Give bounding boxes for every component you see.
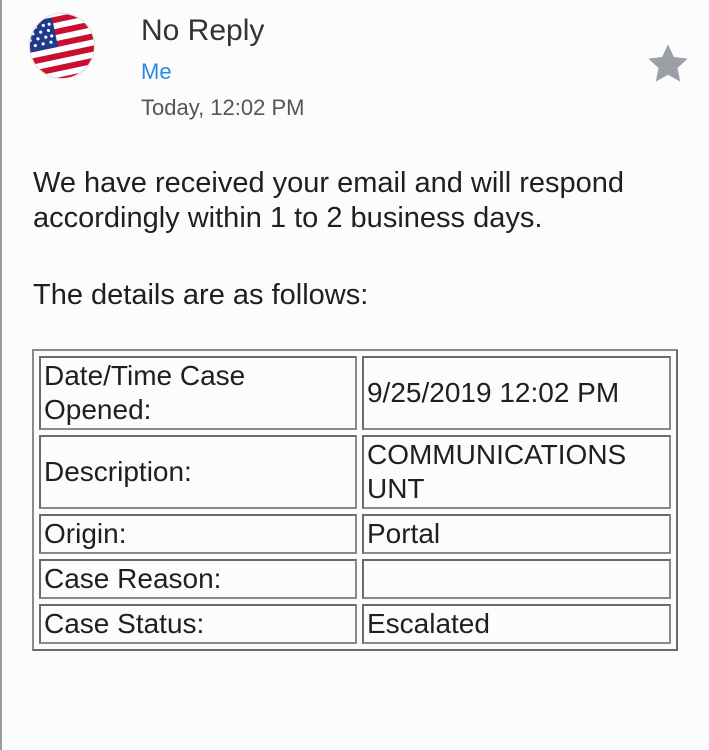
case-details-table: Date/Time Case Opened: 9/25/2019 12:02 P… (32, 349, 678, 651)
sender-name[interactable]: No Reply (141, 14, 264, 48)
row-value: Portal (361, 514, 671, 554)
row-value: COMMUNICATIONS UNT (361, 435, 671, 509)
row-label: Case Status: (39, 604, 357, 644)
table-row: Case Reason: (39, 559, 671, 599)
row-label: Origin: (39, 514, 357, 554)
row-label: Description: (39, 435, 357, 509)
row-label: Date/Time Case Opened: (39, 356, 357, 430)
row-value: 9/25/2019 12:02 PM (361, 356, 671, 430)
star-icon (648, 44, 688, 82)
email-timestamp: Today, 12:02 PM (141, 95, 305, 120)
star-button[interactable] (644, 40, 692, 88)
table-row: Origin: Portal (39, 514, 671, 554)
body-paragraph: We have received your email and will res… (33, 167, 625, 234)
table-row: Date/Time Case Opened: 9/25/2019 12:02 P… (39, 356, 671, 430)
recipient-link[interactable]: Me (141, 59, 172, 85)
table-row: Description: COMMUNICATIONS UNT (39, 435, 671, 509)
row-value: Escalated (361, 604, 671, 644)
row-label: Case Reason: (39, 559, 357, 599)
us-flag-icon (30, 14, 94, 78)
table-row: Case Status: Escalated (39, 604, 671, 644)
email-body: We have received your email and will res… (33, 166, 693, 313)
left-edge-divider (0, 0, 2, 750)
body-paragraph: The details are as follows: (33, 279, 369, 311)
row-value (361, 559, 671, 599)
sender-avatar[interactable] (30, 14, 94, 78)
